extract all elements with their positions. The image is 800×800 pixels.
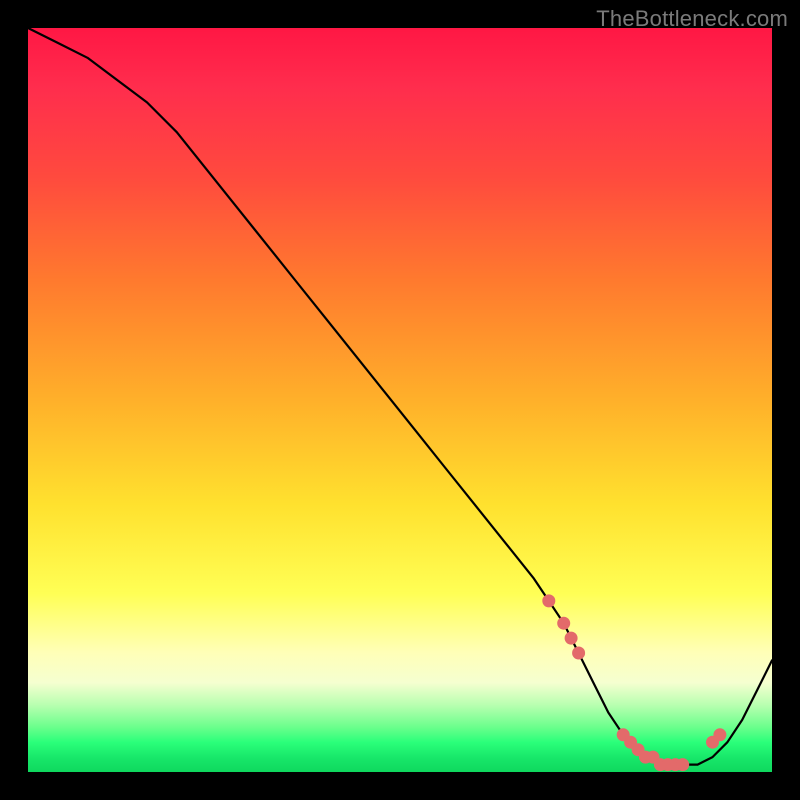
marker-dot <box>573 647 585 659</box>
marker-dot <box>714 729 726 741</box>
marker-dot <box>543 595 555 607</box>
bottleneck-curve <box>28 28 772 765</box>
marker-dot <box>677 759 689 771</box>
marker-dot <box>565 632 577 644</box>
plot-area <box>28 28 772 772</box>
marker-dot <box>558 617 570 629</box>
marker-dot-group <box>543 595 726 771</box>
chart-frame: TheBottleneck.com <box>0 0 800 800</box>
curve-svg <box>28 28 772 772</box>
